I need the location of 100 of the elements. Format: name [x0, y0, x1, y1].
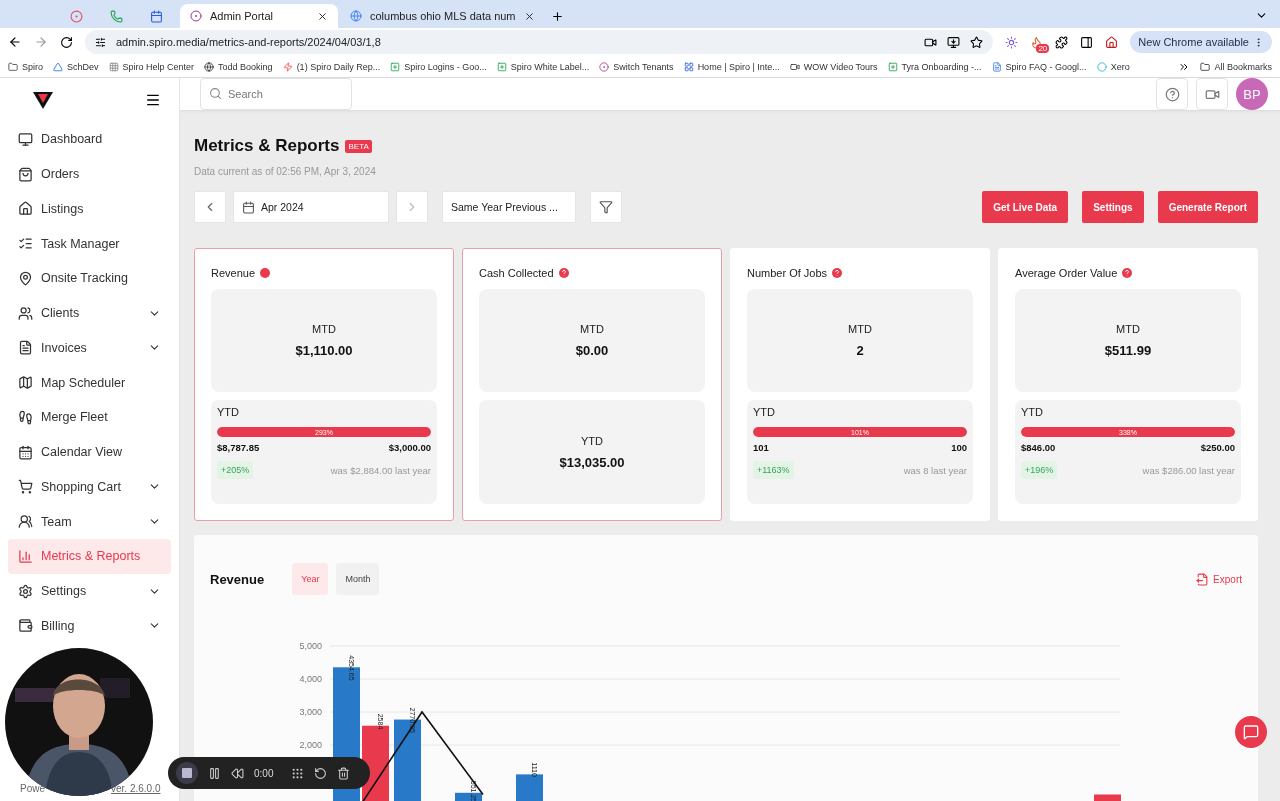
section-title: Revenue: [210, 571, 265, 587]
phone-icon: [110, 9, 123, 23]
sidebar-item[interactable]: Orders: [8, 156, 171, 192]
sidebar-item[interactable]: Dashboard: [8, 122, 171, 157]
ytd-label: YTD: [753, 406, 776, 419]
all-bookmarks[interactable]: All Bookmarks: [1200, 61, 1272, 72]
update-button[interactable]: New Chrome available: [1130, 31, 1272, 53]
mtd-label: MTD: [1116, 323, 1140, 336]
search-field[interactable]: Search: [200, 78, 352, 110]
address-bar[interactable]: admin.spiro.media/metrics-and-reports/2024/04/03/1,8: [85, 30, 994, 54]
house-icon[interactable]: [1105, 35, 1119, 49]
sidebar-item[interactable]: Clients: [8, 295, 171, 331]
star-icon[interactable]: [970, 35, 984, 49]
sidebar-item[interactable]: Map Scheduler: [8, 365, 171, 400]
bookmark[interactable]: Spiro Help Center: [108, 61, 195, 72]
powered-by-text: Powe: [20, 783, 45, 794]
pause-icon[interactable]: [208, 766, 221, 780]
filter-button[interactable]: [590, 191, 622, 223]
sun-icon[interactable]: [1005, 35, 1019, 49]
bookmark[interactable]: Spiro White Label...: [496, 61, 590, 72]
comparison-dropdown[interactable]: Same Year Previous ...: [442, 191, 576, 223]
close-icon[interactable]: [317, 10, 328, 22]
new-tab-icon[interactable]: [551, 10, 564, 23]
sheet-icon: [390, 61, 401, 72]
stop-icon: [182, 768, 192, 778]
export-link[interactable]: Export: [1196, 572, 1242, 586]
circle-icon: [1096, 61, 1107, 72]
back-icon[interactable]: [8, 35, 22, 49]
sidebar-item[interactable]: Merge Fleet: [8, 400, 171, 435]
action-button[interactable]: Get Live Data: [982, 191, 1069, 223]
sidebar-item[interactable]: Team: [8, 504, 171, 539]
recording-time: 0:00: [254, 767, 274, 779]
sidebar-item[interactable]: Calendar View: [8, 434, 171, 470]
mtd-value: $0.00: [575, 343, 609, 359]
sidebar-item[interactable]: Task Manager: [8, 226, 171, 261]
version-link[interactable]: ver. 2.6.0.0: [111, 783, 161, 794]
forward-icon[interactable]: [34, 35, 48, 49]
bookmark[interactable]: Spiro FAQ - Googl...: [991, 61, 1087, 72]
change-badge: +1163%: [753, 461, 794, 480]
period-picker[interactable]: Apr 2024: [233, 191, 389, 223]
menu-icon[interactable]: [145, 92, 161, 108]
document-icon: [18, 340, 33, 356]
axis-label: 5,000: [299, 641, 322, 651]
stop-button[interactable]: [176, 762, 198, 784]
last-year-note: was $286.00 last year: [1142, 464, 1235, 476]
action-button[interactable]: Settings: [1082, 191, 1144, 223]
side-panel-icon[interactable]: [1080, 35, 1094, 49]
sidebar-item[interactable]: Settings: [8, 573, 171, 609]
card-title: Revenue: [211, 266, 256, 279]
range-tab[interactable]: Month: [336, 563, 380, 595]
bookmark[interactable]: Todd Booking: [204, 61, 273, 72]
calendar-icon: [18, 444, 33, 460]
trash-icon[interactable]: [337, 766, 351, 780]
install-icon[interactable]: [947, 35, 961, 49]
bookmark[interactable]: WOW Video Tours: [789, 61, 878, 72]
bookmark[interactable]: SchDev: [53, 61, 99, 72]
sidebar-item[interactable]: Metrics & Reports: [8, 539, 171, 574]
grid-icon[interactable]: [291, 766, 305, 780]
chat-icon: [1243, 724, 1259, 740]
video-icon: [789, 61, 800, 72]
cart-icon: [18, 479, 33, 495]
help-button[interactable]: [1156, 78, 1188, 110]
settings-icon: [18, 583, 33, 599]
sidebar-item[interactable]: Onsite Tracking: [8, 261, 171, 296]
bookmark[interactable]: (1) Spiro Daily Rep...: [282, 61, 381, 72]
video-button[interactable]: [1196, 78, 1228, 110]
folder-icon: [8, 61, 18, 72]
help-icon[interactable]: [558, 267, 569, 278]
ytd-label: YTD: [581, 434, 603, 447]
bookmark[interactable]: Spiro Logins - Goo...: [390, 61, 487, 72]
bookmark[interactable]: Spiro: [8, 61, 43, 72]
card-title: Number Of Jobs: [747, 266, 828, 279]
document-icon: [991, 61, 1002, 72]
help-icon: [1164, 86, 1180, 102]
bookmark[interactable]: Tyra Onboarding -...: [887, 61, 982, 72]
puzzle-icon[interactable]: [1055, 35, 1069, 49]
bookmark[interactable]: Home | Spiro | Inte...: [683, 61, 780, 72]
sidebar-item[interactable]: Billing: [8, 608, 171, 644]
last-year-note: was $2,884.00 last year: [330, 464, 431, 476]
bookmark[interactable]: Xero: [1096, 61, 1130, 72]
browser-tab[interactable]: columbus ohio MLS data num: [340, 4, 545, 28]
sidebar-item[interactable]: Listings: [8, 191, 171, 227]
sliders-icon: [95, 36, 106, 48]
bar-chart-icon: [18, 548, 33, 564]
action-button[interactable]: Generate Report: [1157, 191, 1258, 223]
help-icon[interactable]: [832, 267, 843, 278]
mtd-value: $1,110.00: [295, 343, 353, 359]
close-icon[interactable]: [524, 10, 535, 22]
range-tab[interactable]: Year: [292, 563, 329, 595]
people-icon: [18, 514, 33, 530]
restart-icon[interactable]: [314, 766, 328, 780]
data-timestamp: Data current as of 02:56 PM, Apr 3, 2024: [194, 166, 377, 177]
rewind-icon[interactable]: [231, 766, 244, 780]
sidebar-item[interactable]: Invoices: [8, 330, 171, 366]
bookmark[interactable]: Switch Tenants: [599, 61, 674, 72]
reload-icon[interactable]: [60, 35, 73, 49]
help-icon[interactable]: [1122, 267, 1133, 278]
ytd-actual: $846.00: [1021, 442, 1056, 454]
sidebar-item[interactable]: Shopping Cart: [8, 469, 171, 505]
browser-tab[interactable]: Admin Portal: [180, 4, 338, 28]
